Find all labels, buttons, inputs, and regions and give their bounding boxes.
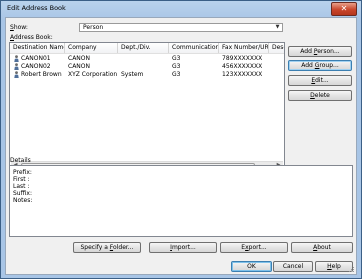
- cell-destination-name: Robert Brown: [21, 71, 62, 78]
- edit-address-book-dialog: Edit Address Book ✕ Show: Person ▼ Addre…: [0, 0, 362, 279]
- cell-destination-name: CANON02: [21, 63, 51, 70]
- window-title: Edit Address Book: [7, 4, 66, 12]
- person-icon: [14, 55, 19, 62]
- about-label-suffix: bout: [317, 244, 331, 251]
- cell-company: CANON: [68, 55, 90, 62]
- cell-fax-number: 456XXXXXXX: [222, 63, 263, 70]
- details-label: Details: [10, 157, 31, 164]
- specify-folder-label-suffix: older...: [113, 244, 134, 251]
- ok-button[interactable]: OK: [231, 261, 272, 272]
- details-box: Prefix: First : Last : Suffix: Notes:: [9, 165, 353, 237]
- cell-destination-name: CANON01: [21, 55, 51, 62]
- add-group-label-suffix: roup...: [319, 62, 339, 69]
- show-label: Show:: [10, 24, 28, 31]
- close-button[interactable]: ✕: [331, 2, 357, 16]
- delete-label-suffix: elete: [314, 92, 330, 99]
- column-header-communication[interactable]: Communication ...: [169, 43, 219, 53]
- specify-folder-label-prefix: Specify a: [80, 244, 110, 251]
- show-label-suffix: how:: [13, 24, 28, 31]
- address-book-label: Address Book:: [10, 34, 53, 41]
- delete-button[interactable]: Delete: [288, 90, 352, 101]
- help-label-suffix: elp: [331, 263, 341, 270]
- cell-communication: G3: [172, 63, 181, 70]
- details-last: Last :: [13, 183, 30, 190]
- edit-button[interactable]: Edit...: [288, 75, 352, 86]
- person-icon: [14, 71, 19, 78]
- cell-dept: System: [121, 71, 144, 78]
- column-header-company[interactable]: Company: [65, 43, 118, 53]
- cancel-button[interactable]: Cancel: [273, 261, 313, 272]
- chevron-down-icon[interactable]: ▼: [273, 24, 282, 31]
- column-header-fax-number[interactable]: Fax Number/URI: [219, 43, 269, 53]
- add-person-label-prefix: Add: [300, 48, 314, 55]
- title-bar[interactable]: Edit Address Book ✕: [1, 1, 361, 17]
- add-person-button[interactable]: Add Person...: [288, 46, 352, 57]
- cell-fax-number: 123XXXXXXX: [222, 71, 263, 78]
- cell-communication: G3: [172, 71, 181, 78]
- cell-communication: G3: [172, 55, 181, 62]
- specify-folder-button[interactable]: Specify a Folder...: [73, 242, 141, 253]
- add-group-button[interactable]: Add Group...: [288, 60, 352, 71]
- cell-fax-number: 789XXXXXXX: [222, 55, 263, 62]
- details-notes: Notes:: [13, 197, 33, 204]
- column-header-desc[interactable]: Desc: [269, 43, 284, 53]
- person-icon: [14, 63, 19, 70]
- show-select[interactable]: Person ▼: [79, 23, 283, 32]
- details-suffix: Suffix:: [13, 190, 32, 197]
- show-select-value: Person: [83, 24, 104, 31]
- address-book-label-suffix: ddress Book:: [14, 34, 53, 41]
- column-header-destination-name[interactable]: Destination Name: [10, 43, 65, 53]
- import-button[interactable]: Import...: [149, 242, 217, 253]
- export-label-suffix: port...: [248, 244, 267, 251]
- cell-company: CANON: [68, 63, 90, 70]
- details-prefix: Prefix:: [13, 169, 32, 176]
- column-header-dept[interactable]: Dept./Div.: [118, 43, 169, 53]
- import-label-suffix: mport...: [171, 244, 196, 251]
- address-list[interactable]: Destination Name Company Dept./Div. Comm…: [9, 42, 285, 171]
- header-divider: [10, 53, 284, 54]
- resize-grip-icon[interactable]: [349, 267, 355, 273]
- help-button[interactable]: Help: [315, 261, 353, 272]
- about-button[interactable]: About: [291, 242, 353, 253]
- add-group-label-prefix: Add: [301, 62, 315, 69]
- dialog-body: Show: Person ▼ Address Book: Destination…: [5, 17, 357, 275]
- details-first: First :: [13, 176, 30, 183]
- edit-label-suffix: dit...: [315, 77, 329, 84]
- cell-company: XYZ Corporation: [68, 71, 118, 78]
- export-button[interactable]: Export...: [220, 242, 288, 253]
- add-person-label-suffix: erson...: [317, 48, 340, 55]
